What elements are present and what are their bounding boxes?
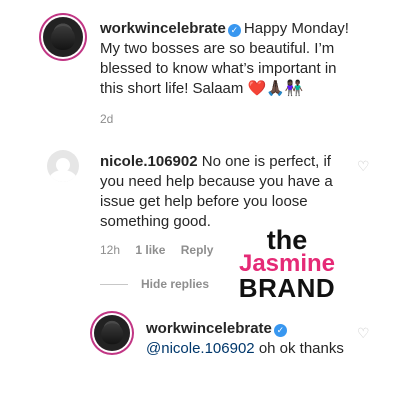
verified-icon: ✓	[273, 324, 287, 337]
brand-watermark: the Jasmine BRAND	[232, 225, 342, 303]
avatar-placeholder[interactable]	[47, 150, 79, 182]
avatar-photo	[51, 25, 75, 50]
comment-username[interactable]: nicole.106902	[100, 153, 198, 170]
comment-body: nicole.106902 No one is perfect, if you …	[100, 152, 348, 232]
avatar-shoulders-shape	[49, 170, 77, 182]
comment-username[interactable]: workwincelebrate	[100, 20, 226, 37]
mention-link[interactable]: @nicole.106902	[146, 340, 255, 357]
comment-meta: 12h 1 like Reply	[100, 243, 213, 257]
watermark-brand: BRAND	[238, 273, 336, 303]
hide-replies-button[interactable]: Hide replies	[141, 277, 209, 291]
reply-username[interactable]: workwincelebrate	[146, 320, 272, 337]
reply-body: workwincelebrate ✓ @nicole.106902 oh ok t…	[146, 319, 346, 359]
replies-divider	[100, 284, 128, 285]
reply-text: oh ok thanks	[258, 340, 344, 357]
verified-icon: ✓	[227, 24, 241, 37]
reply-button[interactable]: Reply	[181, 243, 214, 257]
like-count[interactable]: 1 like	[135, 243, 165, 257]
avatar[interactable]	[94, 315, 130, 351]
comment-body: workwincelebrate ✓ Happy Monday! My two bo…	[100, 19, 362, 99]
emoji-sequence: ❤️🙏🏿👫🏿	[247, 80, 304, 97]
avatar-photo	[101, 322, 123, 345]
avatar[interactable]	[43, 17, 83, 57]
heart-outline-icon[interactable]: ♡	[357, 325, 370, 342]
watermark-the: the	[266, 225, 308, 255]
heart-outline-icon[interactable]: ♡	[357, 158, 370, 175]
comment-timestamp[interactable]: 12h	[100, 243, 120, 257]
comment-timestamp[interactable]: 2d	[100, 112, 113, 126]
